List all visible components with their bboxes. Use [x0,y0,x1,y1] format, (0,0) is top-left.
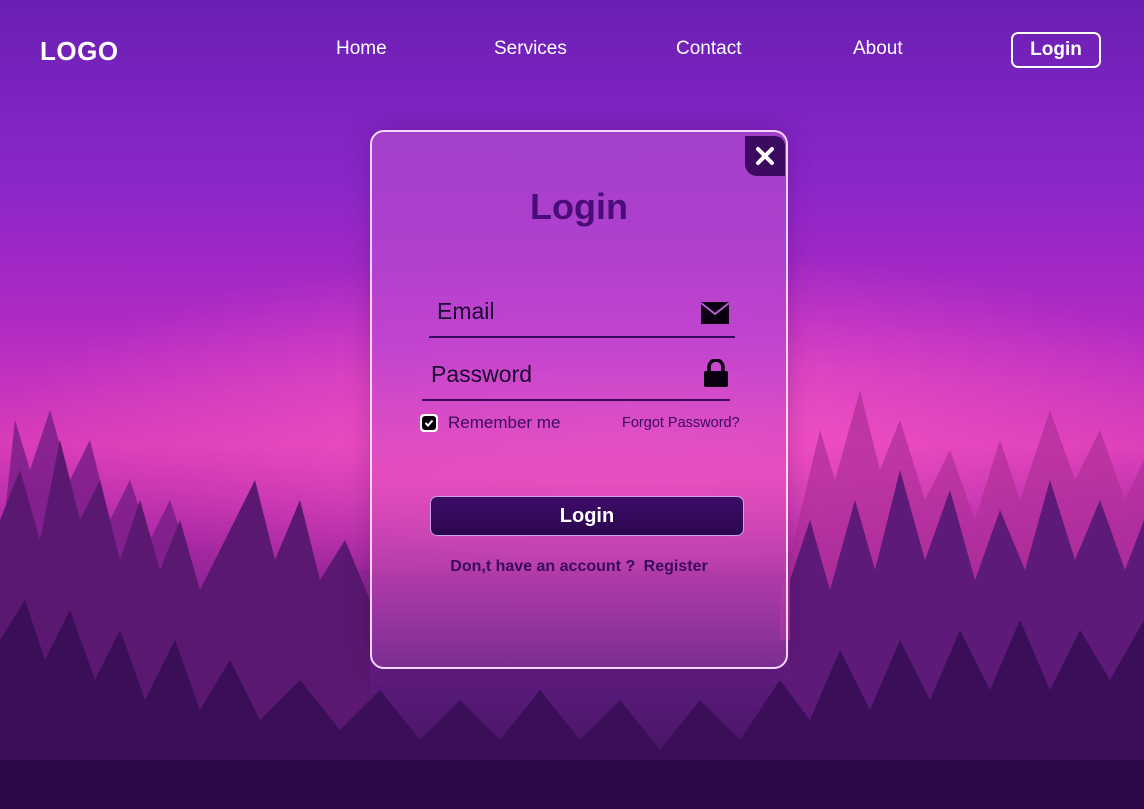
login-submit-button[interactable]: Login [430,496,744,536]
lock-icon [704,359,728,387]
envelope-icon [701,302,729,324]
checkbox[interactable] [420,414,438,432]
top-navbar: LOGO Home Services Contact About Login [0,0,1144,100]
nav-link-home[interactable]: Home [336,38,387,60]
nav-login-button[interactable]: Login [1011,32,1101,68]
login-modal: Login Remember me Forgot Password? Login… [370,130,788,669]
logo: LOGO [40,36,119,66]
email-field[interactable] [435,290,679,332]
check-icon [422,416,436,430]
forgot-password-link[interactable]: Forgot Password? [622,415,740,431]
modal-title: Login [530,186,628,227]
register-link[interactable]: Register [644,558,708,575]
nav-link-about[interactable]: About [853,38,903,60]
remember-me-checkbox[interactable]: Remember me [420,413,560,433]
nav-link-services[interactable]: Services [494,38,567,60]
register-row: Don,t have an account ? Register [372,558,786,576]
password-underline [422,399,730,401]
password-field[interactable] [429,353,673,395]
email-underline [429,336,735,338]
remember-me-label: Remember me [448,413,561,432]
close-button[interactable] [745,136,785,176]
register-prompt: Don,t have an account ? [450,558,636,575]
nav-link-contact[interactable]: Contact [676,38,741,60]
close-icon [756,147,774,165]
